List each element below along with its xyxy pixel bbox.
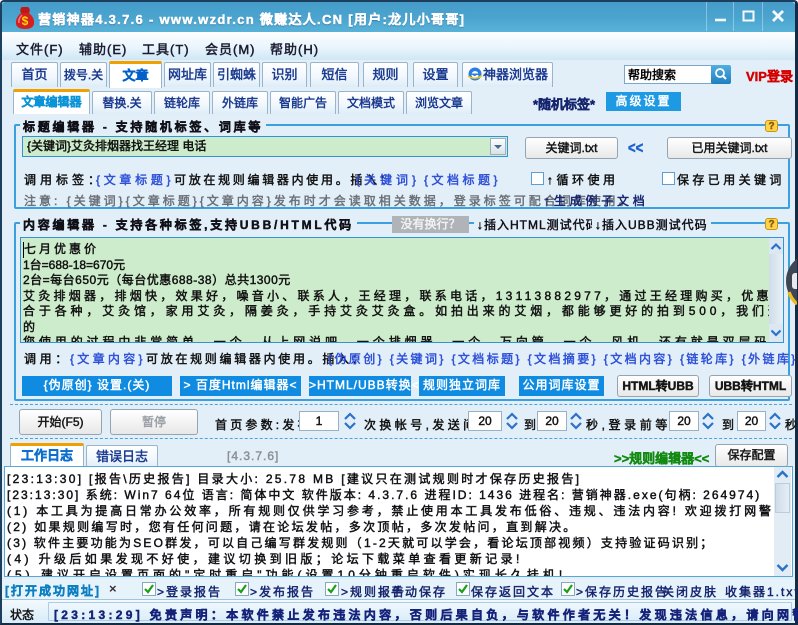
svg-text:$: $: [22, 14, 29, 28]
